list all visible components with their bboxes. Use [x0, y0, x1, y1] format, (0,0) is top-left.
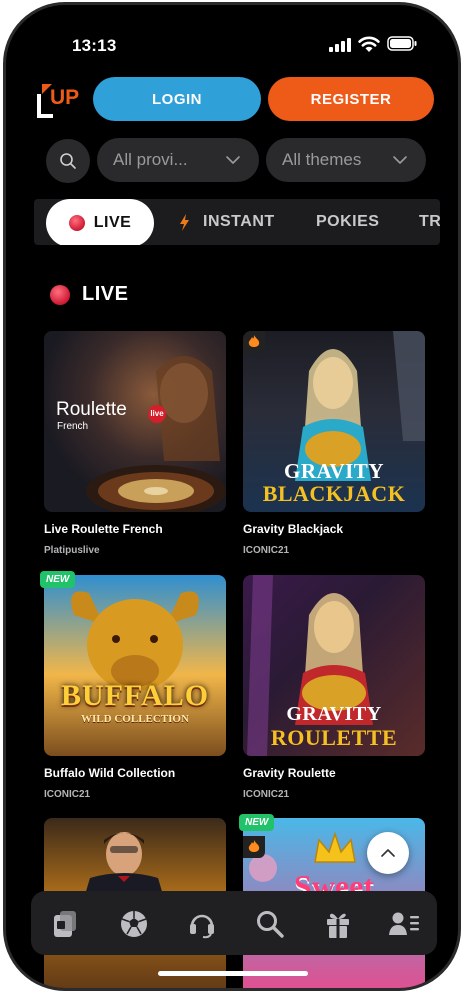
game-provider: ICONIC21 [243, 789, 290, 800]
fire-icon [243, 331, 265, 353]
providers-select[interactable]: All provi... [97, 138, 259, 182]
new-badge: NEW [40, 571, 76, 588]
game-name: Gravity Roulette [243, 766, 336, 780]
cellular-signal-icon [329, 38, 351, 52]
phone-frame: 13:13 UP LOGIN REGISTER All provi... All… [3, 2, 461, 991]
register-button[interactable]: REGISTER [268, 77, 434, 121]
game-card[interactable]: GRAVITY BLACKJACK Gravity Blackjack ICON… [243, 331, 425, 556]
tab-live[interactable]: LIVE [46, 199, 154, 245]
game-thumbnail[interactable]: GRAVITY ROULETTE [243, 575, 425, 756]
search-button[interactable] [46, 139, 90, 183]
lightning-icon [180, 213, 189, 231]
status-bar: 13:13 [6, 5, 458, 61]
game-name: Buffalo Wild Collection [44, 766, 176, 780]
tab-instant[interactable]: INSTANT [179, 199, 275, 245]
live-dot-icon [68, 215, 85, 231]
battery-icon [387, 36, 417, 51]
category-tabs: LIVE INSTANT POKIES TR [34, 199, 440, 245]
new-badge: NEW [239, 814, 275, 831]
search-icon [257, 911, 284, 938]
chevron-down-icon [393, 156, 407, 164]
thumb-line2: WILD COLLECTION [81, 713, 189, 725]
game-provider: ICONIC21 [243, 545, 290, 556]
thumb-line2: BLACKJACK [262, 481, 406, 506]
brand-logo[interactable]: UP [36, 80, 86, 118]
game-card[interactable]: Roulette French live Live Roulette Frenc… [44, 331, 226, 556]
thumb-line1: BUFFALO [60, 679, 210, 712]
casino-icon [54, 911, 76, 937]
tab-live-label: LIVE [93, 214, 132, 231]
game-provider: ICONIC21 [44, 789, 91, 800]
game-card[interactable]: NEW BUFFALO WILD COLLECTION Buffalo Wild… [40, 571, 226, 800]
support-headset-icon [190, 914, 214, 939]
game-provider: Platipuslive [44, 545, 100, 556]
game-name: Live Roulette French [44, 522, 163, 536]
game-thumbnail[interactable]: BUFFALO WILD COLLECTION [44, 575, 226, 756]
chevron-up-icon [381, 849, 395, 857]
football-icon [121, 911, 147, 937]
home-indicator[interactable] [158, 971, 308, 976]
themes-select[interactable]: All themes [266, 138, 426, 182]
live-badge: live [148, 405, 166, 423]
nav-casino[interactable] [49, 907, 83, 941]
search-icon [60, 153, 76, 169]
wifi-icon [358, 36, 380, 52]
chevron-down-icon [226, 156, 240, 164]
profile-icon [389, 912, 419, 935]
nav-profile[interactable] [387, 907, 421, 941]
game-thumbnail[interactable]: Roulette French live [44, 331, 226, 512]
login-button[interactable]: LOGIN [93, 77, 261, 121]
bottom-nav [31, 891, 437, 955]
game-card[interactable]: GRAVITY ROULETTE Gravity Roulette ICONIC… [243, 575, 425, 800]
buffalo-artwork [71, 591, 199, 691]
tab-pokies-label: POKIES [316, 213, 380, 230]
logo-text: UP [50, 86, 79, 109]
status-time: 13:13 [72, 36, 117, 55]
section-title: LIVE [50, 283, 128, 306]
game-thumbnail[interactable]: GRAVITY BLACKJACK [243, 331, 425, 512]
scroll-to-top-button[interactable] [367, 832, 409, 874]
tab-pokies[interactable]: POKIES [316, 199, 379, 245]
nav-sports[interactable] [117, 907, 151, 941]
nav-search[interactable] [253, 907, 287, 941]
thumb-subtitle: French [57, 421, 89, 432]
tab-truncated-label: TR [419, 213, 440, 230]
tab-instant-label: INSTANT [203, 213, 275, 230]
live-dot-icon [50, 284, 70, 305]
game-name: Gravity Blackjack [243, 522, 344, 536]
thumb-line2: ROULETTE [270, 725, 398, 750]
section-title-label: LIVE [82, 283, 129, 305]
themes-select-value: All themes [282, 150, 362, 169]
fire-icon [243, 836, 265, 858]
tab-truncated[interactable]: TR [419, 199, 440, 245]
nav-bonuses[interactable] [321, 907, 355, 941]
thumb-title: Roulette [56, 399, 127, 420]
providers-select-value: All provi... [113, 150, 188, 169]
gift-icon [327, 913, 349, 938]
thumb-line1: GRAVITY [286, 703, 382, 725]
nav-support[interactable] [185, 907, 219, 941]
